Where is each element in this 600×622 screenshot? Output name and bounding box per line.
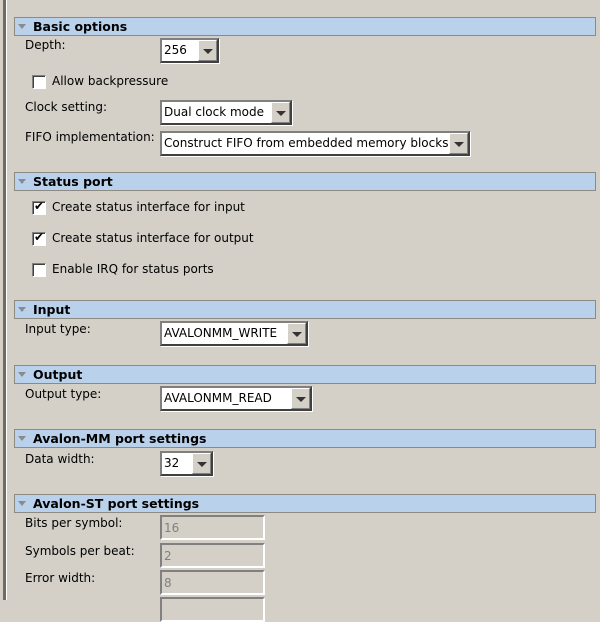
status-input-label: Create status interface for input	[52, 200, 245, 214]
fifo-implementation-select[interactable]: Construct FIFO from embedded memory bloc…	[160, 131, 470, 156]
collapse-triangle-icon	[18, 501, 26, 506]
bits-per-symbol-label: Bits per symbol:	[25, 516, 123, 530]
bits-per-symbol-field[interactable]: 16	[160, 515, 265, 540]
chevron-down-icon[interactable]	[271, 102, 290, 123]
chevron-down-icon[interactable]	[449, 133, 468, 154]
section-input[interactable]: Input	[14, 300, 596, 319]
collapse-triangle-icon	[18, 436, 26, 441]
allow-backpressure-label: Allow backpressure	[52, 74, 169, 88]
collapse-triangle-icon	[18, 24, 26, 29]
chevron-down-icon[interactable]	[198, 40, 217, 61]
section-avalon-st[interactable]: Avalon-ST port settings	[14, 494, 596, 513]
chevron-down-icon[interactable]	[287, 323, 306, 344]
chevron-down-icon[interactable]	[291, 388, 310, 409]
output-type-select[interactable]: AVALONMM_READ	[160, 386, 312, 411]
clock-setting-select[interactable]: Dual clock mode	[160, 100, 292, 125]
data-width-label: Data width:	[25, 452, 95, 466]
symbols-per-beat-label: Symbols per beat:	[25, 544, 135, 558]
collapse-triangle-icon	[18, 307, 26, 312]
collapse-triangle-icon	[18, 179, 26, 184]
input-type-label: Input type:	[25, 322, 91, 336]
fifo-implementation-label: FIFO implementation:	[25, 130, 155, 144]
input-type-select[interactable]: AVALONMM_WRITE	[160, 321, 308, 346]
enable-irq-checkbox[interactable]	[32, 263, 46, 277]
symbols-per-beat-field[interactable]: 2	[160, 543, 265, 568]
next-field[interactable]	[160, 597, 265, 622]
clock-setting-label: Clock setting:	[25, 100, 108, 114]
status-input-checkbox[interactable]	[32, 199, 46, 215]
status-output-checkbox[interactable]	[32, 230, 46, 246]
allow-backpressure-checkbox[interactable]	[32, 75, 46, 89]
panel-border	[3, 0, 7, 600]
section-avalon-mm[interactable]: Avalon-MM port settings	[14, 429, 596, 448]
depth-select[interactable]: 256	[160, 38, 219, 63]
section-status-port[interactable]: Status port	[14, 172, 596, 191]
output-type-label: Output type:	[25, 387, 102, 401]
data-width-select[interactable]: 32	[160, 451, 213, 476]
collapse-triangle-icon	[18, 372, 26, 377]
section-basic-options[interactable]: Basic options	[14, 17, 596, 36]
error-width-label: Error width:	[25, 571, 96, 585]
depth-label: Depth:	[25, 38, 66, 52]
section-output[interactable]: Output	[14, 365, 596, 384]
enable-irq-label: Enable IRQ for status ports	[52, 262, 214, 276]
status-output-label: Create status interface for output	[52, 231, 254, 245]
chevron-down-icon[interactable]	[192, 453, 211, 474]
error-width-field[interactable]: 8	[160, 570, 265, 595]
